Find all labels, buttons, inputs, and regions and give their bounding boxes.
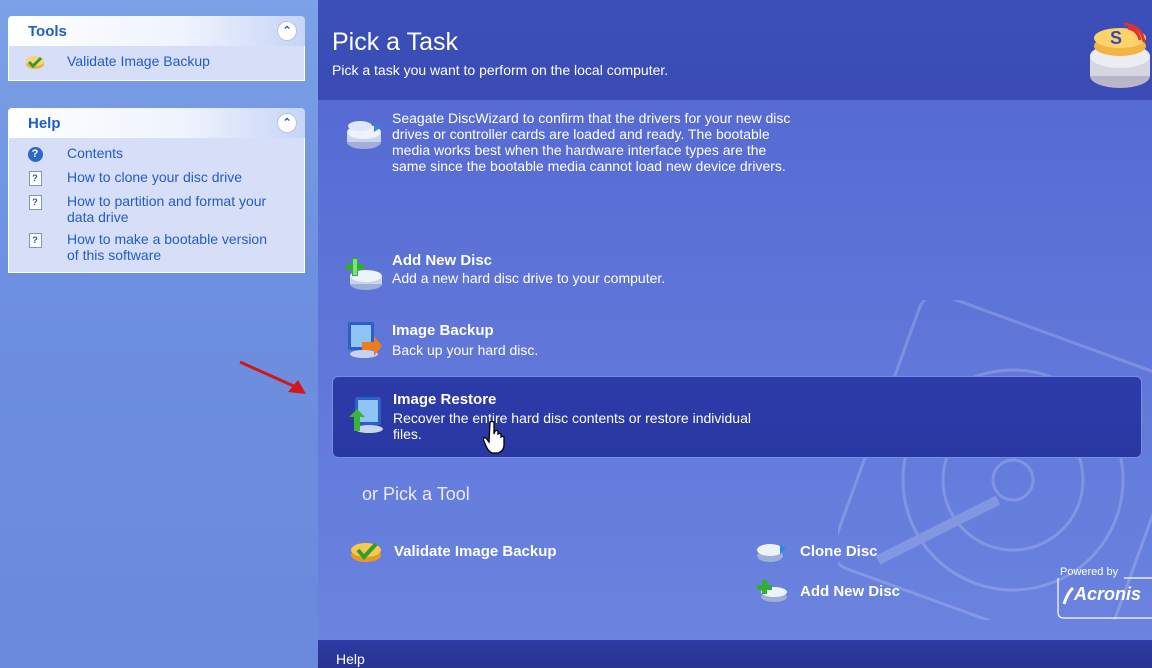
tool-label: Validate Image Backup: [394, 542, 557, 560]
task-image-restore[interactable]: Image Restore Recover the entire hard di…: [332, 376, 1142, 458]
task-item-partial[interactable]: Seagate DiscWizard to confirm that the d…: [332, 110, 1137, 222]
collapse-chevron-icon[interactable]: ⌃: [277, 113, 297, 133]
task-description: Add a new hard disc drive to your comput…: [392, 270, 666, 286]
hand-cursor-icon: [483, 420, 505, 454]
tool-validate-image-backup[interactable]: Validate Image Backup: [348, 538, 557, 564]
sidebar-item-clone-disc-help[interactable]: ? How to clone your disc drive: [9, 166, 304, 190]
tool-clone-disc[interactable]: Clone Disc: [754, 538, 878, 564]
clone-disc-icon: [757, 544, 786, 562]
task-add-new-disc[interactable]: Add New Disc Add a new hard disc drive t…: [332, 250, 1137, 300]
image-backup-icon: [348, 322, 382, 358]
add-disc-icon: [346, 258, 382, 290]
powered-by-label: Powered by: [1060, 566, 1119, 578]
help-doc-icon: ?: [25, 169, 45, 187]
sidebar-item-label: How to partition and format your data dr…: [67, 193, 267, 225]
page-title: Pick a Task: [332, 28, 458, 56]
task-description: Back up your hard disc.: [392, 342, 539, 358]
help-group-header[interactable]: Help ⌃: [8, 108, 305, 138]
tools-group: Tools ⌃ Validate Image Backup: [8, 16, 305, 81]
tools-group-body: Validate Image Backup: [8, 46, 305, 81]
main-panel: Pick a Task Pick a task you want to perf…: [318, 0, 1152, 668]
help-group: Help ⌃ ? Contents ? How to clone your di…: [8, 108, 305, 273]
sidebar-item-validate-image-backup[interactable]: Validate Image Backup: [9, 50, 304, 74]
help-doc-icon: ?: [25, 193, 45, 211]
tools-group-title: Tools: [28, 22, 67, 40]
clone-disc-icon: [347, 121, 381, 149]
acronis-branding: Powered by Acronis: [1052, 566, 1152, 622]
sidebar-item-label: How to clone your disc drive: [67, 169, 243, 185]
tools-group-header[interactable]: Tools ⌃: [8, 16, 305, 46]
collapse-chevron-icon[interactable]: ⌃: [277, 21, 297, 41]
annotation-arrow-icon: [239, 360, 306, 394]
task-description: Recover the entire hard disc contents or…: [393, 410, 751, 442]
sidebar-item-bootable-help[interactable]: ? How to make a bootable version of this…: [9, 228, 304, 266]
status-bar: Help: [318, 640, 1152, 668]
help-group-body: ? Contents ? How to clone your disc driv…: [8, 138, 305, 273]
task-title: Image Restore: [393, 391, 497, 408]
tool-label: Clone Disc: [800, 542, 878, 560]
pick-tool-heading: or Pick a Tool: [362, 484, 470, 504]
help-group-title: Help: [28, 114, 61, 132]
validate-icon: [25, 53, 45, 71]
product-logo-icon: S: [1090, 22, 1150, 88]
tool-add-new-disc[interactable]: Add New Disc: [754, 578, 900, 604]
task-title: Image Backup: [392, 322, 494, 339]
sidebar-item-label: How to make a bootable version of this s…: [67, 231, 267, 263]
sidebar-item-label: Validate Image Backup: [67, 53, 210, 69]
task-pane: Tools ⌃ Validate Image Backup Help ⌃ ? C…: [0, 0, 318, 668]
task-title: Add New Disc: [392, 252, 493, 269]
task-image-backup[interactable]: Image Backup Back up your hard disc.: [332, 318, 1137, 368]
page-subtitle: Pick a task you want to perform on the l…: [332, 62, 669, 78]
add-disc-icon: [757, 580, 787, 602]
svg-text:S: S: [1110, 28, 1122, 48]
help-doc-icon: ?: [25, 231, 45, 249]
sidebar-item-partition-help[interactable]: ? How to partition and format your data …: [9, 190, 304, 228]
page-header: Pick a Task Pick a task you want to perf…: [318, 0, 1152, 100]
help-icon: ?: [25, 145, 45, 163]
image-restore-icon: [349, 397, 383, 433]
task-description: Seagate DiscWizard to confirm that the d…: [392, 110, 791, 174]
footer-help-link[interactable]: Help: [336, 651, 365, 667]
validate-icon: [351, 542, 381, 562]
sidebar-item-contents[interactable]: ? Contents: [9, 142, 304, 166]
sidebar-item-label: Contents: [67, 145, 124, 161]
acronis-logo-text: Acronis: [1074, 584, 1142, 604]
tool-label: Add New Disc: [800, 582, 901, 600]
acronis-logo-icon: [1062, 586, 1074, 605]
